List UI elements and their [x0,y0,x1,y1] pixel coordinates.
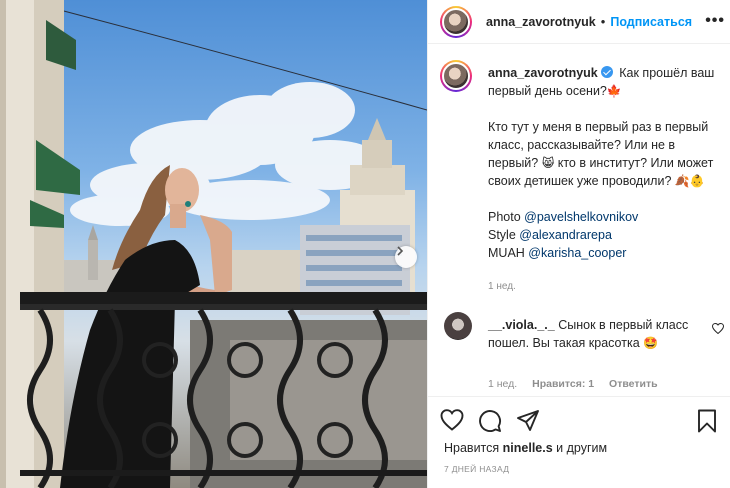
likes-user-link[interactable]: ninelle.s [503,441,553,455]
likes-summary: Нравится ninelle.s и другим [444,441,607,455]
maple-leaf-emoji: 🍁 [606,84,622,98]
balcony-photo-image [0,0,427,488]
heart-icon [711,322,725,335]
comment-body: __.viola._._ Сынок в первый класс пошел.… [488,316,698,352]
avatar-image [442,7,470,36]
post-header: anna_zavorotnyuk • Подписаться ••• [428,0,730,44]
comment-like-button[interactable] [711,322,725,337]
comment-timestamp[interactable]: 1 нед. [488,378,517,390]
paper-plane-icon [517,410,539,431]
post-side-panel: anna_zavorotnyuk • Подписаться ••• anna_… [427,0,730,488]
avatar-image [442,62,470,90]
mention-photographer[interactable]: @pavelshelkovnikov [524,210,638,224]
post-actions: Нравится ninelle.s и другим 7 ДНЕЙ НАЗАД [428,396,730,488]
caption-timestamp[interactable]: 1 нед. [488,281,516,292]
speech-bubble-icon [479,410,501,432]
leaf-baby-emoji: 🍂👶 [674,174,705,188]
credit-photo-label: Photo [488,210,521,224]
credit-muah-label: MUAH [488,246,525,260]
star-eyes-emoji: 🤩 [643,336,659,350]
save-button[interactable] [697,409,717,436]
share-button[interactable] [516,409,540,436]
comment-avatar[interactable] [444,312,472,340]
separator-dot: • [600,14,606,29]
post-date[interactable]: 7 ДНЕЙ НАЗАД [444,464,509,474]
verified-badge-icon [600,66,613,78]
more-options-icon[interactable]: ••• [705,12,725,30]
caption-avatar[interactable] [440,60,472,92]
comment-username[interactable]: __.viola._._ [488,318,555,332]
header-username[interactable]: anna_zavorotnyuk [486,15,596,29]
comment-meta: 1 нед. Нравится: 1 Ответить [488,378,670,390]
caption-username[interactable]: anna_zavorotnyuk [488,66,598,80]
mention-stylist[interactable]: @alexandrarepa [519,228,612,242]
mention-makeup[interactable]: @karisha_cooper [528,246,626,260]
chevron-right-icon [397,246,404,256]
credit-style-label: Style [488,228,516,242]
comment-button[interactable] [478,409,502,436]
heart-icon [440,409,464,431]
action-icons-row [440,409,540,436]
caption-body: anna_zavorotnyuk Как прошёл ваш первый д… [488,64,724,296]
post-photo[interactable] [0,0,427,488]
follow-button[interactable]: Подписаться [610,15,692,29]
likes-prefix: Нравится [444,441,500,455]
bookmark-icon [698,409,716,433]
avatar[interactable] [440,5,472,38]
reply-button[interactable]: Ответить [609,378,658,390]
like-button[interactable] [440,409,464,436]
cat-emoji: 😸 [541,156,555,170]
likes-suffix[interactable]: и другим [556,441,607,455]
comment-likes-count[interactable]: Нравится: 1 [532,378,594,390]
next-photo-button[interactable] [395,246,417,268]
